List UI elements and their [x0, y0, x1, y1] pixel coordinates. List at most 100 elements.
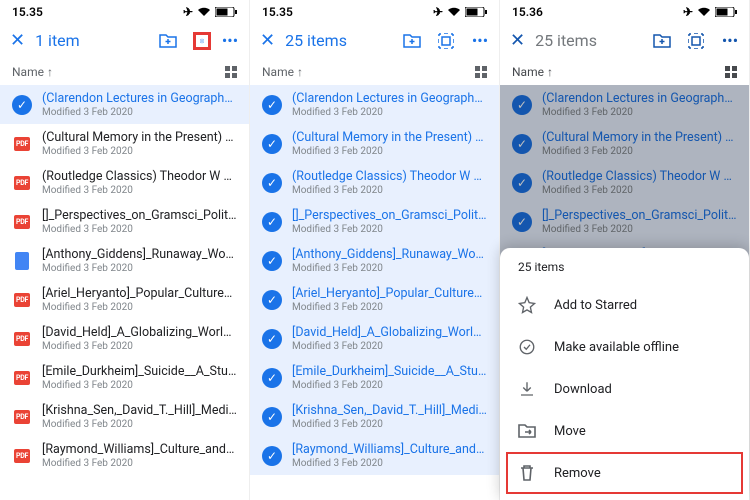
- file-name: (Clarendon Lectures in Geography...: [42, 91, 237, 106]
- sheet-download[interactable]: Download: [500, 368, 749, 410]
- file-meta: Modified 3 Feb 2020: [292, 302, 487, 313]
- file-meta: Modified 3 Feb 2020: [292, 263, 487, 274]
- close-icon[interactable]: ✕: [260, 30, 275, 51]
- sort-row[interactable]: Name ↑: [0, 59, 249, 85]
- file-row[interactable]: ✓[Emile_Durkheim]_Suicide__A_Stu...Modif…: [250, 358, 499, 397]
- sort-row[interactable]: Name ↑: [500, 59, 749, 85]
- file-row[interactable]: ✓[Ariel_Heryanto]_Popular_Culture_i...Mo…: [250, 280, 499, 319]
- check-icon: ✓: [262, 329, 282, 349]
- file-text: (Clarendon Lectures in Geography...Modif…: [542, 91, 737, 118]
- trash-icon: [518, 464, 536, 482]
- file-row[interactable]: ✓[]_Perspectives_on_Gramsci_Politi...Mod…: [500, 202, 749, 241]
- view-grid-icon[interactable]: [225, 66, 237, 78]
- pdf-icon: PDF: [12, 173, 32, 193]
- move-folder-icon[interactable]: [653, 32, 671, 50]
- sheet-item-label: Make available offline: [554, 340, 679, 355]
- file-row[interactable]: ✓(Clarendon Lectures in Geography...Modi…: [0, 85, 249, 124]
- sheet-add-starred[interactable]: Add to Starred: [500, 284, 749, 326]
- file-row[interactable]: ✓ [David_Held]_A_Globalizing_World...Modi…: [250, 319, 499, 358]
- select-all-icon[interactable]: [193, 32, 211, 50]
- pdf-icon: PDF: [12, 446, 32, 466]
- sheet-item-label: Move: [554, 424, 586, 439]
- sheet-offline[interactable]: Make available offline: [500, 326, 749, 368]
- selection-toolbar: ✕ 25 items •••: [250, 22, 499, 59]
- file-meta: Modified 3 Feb 2020: [42, 146, 237, 157]
- select-all-icon[interactable]: [437, 32, 455, 50]
- overflow-icon[interactable]: •••: [721, 32, 739, 50]
- file-row[interactable]: ✓(Cultural Memory in the Present) M...Mo…: [500, 124, 749, 163]
- select-all-icon[interactable]: [687, 32, 705, 50]
- file-meta: Modified 3 Feb 2020: [42, 302, 237, 313]
- file-row[interactable]: PDF(Routledge Classics) Theodor W Ad...M…: [0, 163, 249, 202]
- sheet-item-label: Download: [554, 382, 612, 397]
- screen-1-item: 15.35 ✈ ✕ 1 item ••• Name ↑ ✓(Clarendon …: [0, 0, 250, 500]
- file-name: []_Perspectives_on_Gramsci_Politi...: [292, 208, 487, 223]
- status-icons: ✈: [183, 5, 237, 19]
- file-meta: Modified 3 Feb 2020: [42, 380, 237, 391]
- file-name: [Anthony_Giddens]_Runaway_Worl...: [42, 247, 237, 262]
- file-name: [Krishna_Sen,_David_T._Hill]_Medi...: [42, 403, 237, 418]
- file-row[interactable]: PDF[]_Perspectives_on_Gramsci_Politi...M…: [0, 202, 249, 241]
- file-meta: Modified 3 Feb 2020: [42, 224, 237, 235]
- file-row[interactable]: ✓(Routledge Classics) Theodor W Ad...Mod…: [250, 163, 499, 202]
- file-row[interactable]: ✓(Clarendon Lectures in Geography...Modi…: [250, 85, 499, 124]
- sheet-item-label: Remove: [554, 466, 601, 481]
- overflow-icon[interactable]: •••: [221, 32, 239, 50]
- file-row[interactable]: ✓[]_Perspectives_on_Gramsci_Politi...Mod…: [250, 202, 499, 241]
- selection-toolbar: ✕ 1 item •••: [0, 22, 249, 59]
- file-name: (Cultural Memory in the Present) M...: [542, 130, 737, 145]
- sheet-remove[interactable]: Remove: [506, 452, 743, 494]
- file-meta: Modified 3 Feb 2020: [542, 185, 737, 196]
- overflow-icon[interactable]: •••: [471, 32, 489, 50]
- file-meta: Modified 3 Feb 2020: [292, 419, 487, 430]
- file-text: [Krishna_Sen,_David_T._Hill]_Medi...Modi…: [42, 403, 237, 430]
- file-row[interactable]: ✓[Krishna_Sen,_David_T._Hill]_Medi...Mod…: [250, 397, 499, 436]
- file-row[interactable]: PDF[David_Held]_A_Globalizing_World...Mo…: [0, 319, 249, 358]
- status-bar: 15.36 ✈: [500, 0, 749, 22]
- view-grid-icon[interactable]: [475, 66, 487, 78]
- file-meta: Modified 3 Feb 2020: [542, 107, 737, 118]
- file-row[interactable]: PDF[Krishna_Sen,_David_T._Hill]_Medi...M…: [0, 397, 249, 436]
- file-meta: Modified 3 Feb 2020: [292, 146, 487, 157]
- check-icon: ✓: [512, 95, 532, 115]
- file-meta: Modified 3 Feb 2020: [292, 185, 487, 196]
- file-name: (Routledge Classics) Theodor W Ad...: [292, 169, 487, 184]
- file-meta: Modified 3 Feb 2020: [42, 341, 237, 352]
- file-text: [Ariel_Heryanto]_Popular_Culture_i...Mod…: [292, 286, 487, 313]
- close-icon[interactable]: ✕: [10, 30, 25, 51]
- file-text: [Raymond_Williams]_Culture_and_...Modifi…: [292, 442, 487, 469]
- file-row[interactable]: [Anthony_Giddens]_Runaway_Worl...Modifie…: [0, 241, 249, 280]
- sort-arrow-icon: ↑: [47, 65, 53, 79]
- file-text: (Routledge Classics) Theodor W Ad...Modi…: [542, 169, 737, 196]
- move-folder-icon[interactable]: [403, 32, 421, 50]
- file-name: (Cultural Memory in the Present) M...: [42, 130, 237, 145]
- sort-label: Name: [512, 65, 544, 79]
- file-row[interactable]: ✓[Raymond_Williams]_Culture_and_...Modif…: [250, 436, 499, 475]
- file-text: [David_Held]_A_Globalizing_World...Modif…: [292, 325, 487, 352]
- battery-icon: [465, 7, 487, 17]
- file-row[interactable]: PDF (Cultural Memory in the Present) M...…: [0, 124, 249, 163]
- file-meta: Modified 3 Feb 2020: [542, 224, 737, 235]
- file-row[interactable]: ✓(Cultural Memory in the Present) M...Mo…: [250, 124, 499, 163]
- move-folder-icon[interactable]: [159, 32, 177, 50]
- file-name: [David_Held]_A_Globalizing_World...: [42, 325, 237, 340]
- file-row[interactable]: PDF [Raymond_Williams]_Culture_and_...Mod…: [0, 436, 249, 475]
- file-row[interactable]: ✓[Anthony_Giddens]_Runaway_Worl...Modifi…: [250, 241, 499, 280]
- close-icon[interactable]: ✕: [510, 30, 525, 51]
- file-text: (Cultural Memory in the Present) M...Mod…: [292, 130, 487, 157]
- file-text: [Krishna_Sen,_David_T._Hill]_Medi...Modi…: [292, 403, 487, 430]
- file-row[interactable]: PDF[Emile_Durkheim]_Suicide__A_Stu...Mod…: [0, 358, 249, 397]
- pdf-icon: PDF: [12, 290, 32, 310]
- file-row[interactable]: PDF[Ariel_Heryanto]_Popular_Culture_i...…: [0, 280, 249, 319]
- airplane-icon: ✈: [683, 5, 693, 19]
- sheet-move[interactable]: Move: [500, 410, 749, 452]
- view-grid-icon[interactable]: [725, 66, 737, 78]
- sort-row[interactable]: Name ↑: [250, 59, 499, 85]
- selection-count: 25 items: [285, 31, 393, 50]
- pdf-icon: PDF: [12, 134, 32, 154]
- file-row[interactable]: ✓(Routledge Classics) Theodor W Ad...Mod…: [500, 163, 749, 202]
- sort-arrow-icon: ↑: [547, 65, 553, 79]
- wifi-icon: [697, 7, 711, 17]
- file-row[interactable]: ✓ (Clarendon Lectures in Geography...Modi…: [500, 85, 749, 124]
- file-text: [Raymond_Williams]_Culture_and_...Modifi…: [42, 442, 237, 469]
